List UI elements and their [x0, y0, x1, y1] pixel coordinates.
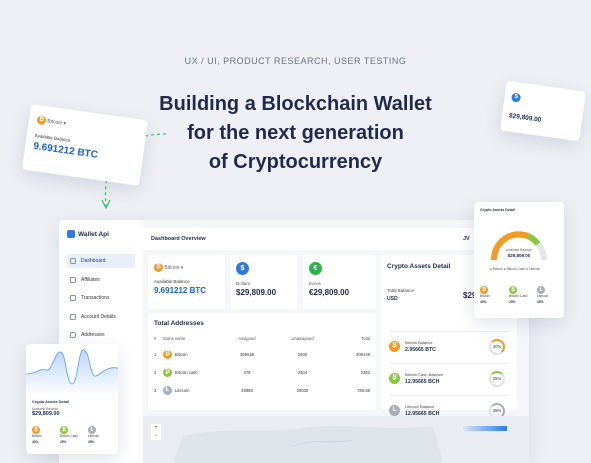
table-row[interactable]: 2 ₿ Bitcoin cash 379 2304 2363: [154, 363, 370, 381]
dollars-label: Dollars: [236, 281, 251, 286]
sidebar-item-dashboard[interactable]: Dashboard: [67, 254, 135, 268]
logo-icon: [67, 230, 75, 238]
gauge-item-litecoin: Ł Litecoin 35%: [537, 286, 549, 304]
panel-title: Total Addresses: [154, 320, 204, 327]
bitcoin-icon: ₿: [389, 341, 400, 352]
sidebar-item-account-details[interactable]: Account Details: [67, 310, 135, 324]
sidebar-item-affiliates[interactable]: Affiliates: [67, 273, 135, 287]
bitcoin-icon: ₿: [154, 263, 163, 272]
bitcoin-cash-icon: ₿: [60, 426, 68, 434]
bitcoin-cash-icon: ₿: [389, 373, 400, 384]
table-row[interactable]: 1 ₿ Bitcoin 306648 2300 308148: [154, 345, 370, 363]
coin-select[interactable]: ₿ Bitcoin ▾: [154, 263, 219, 272]
bitcoin-cash-icon: ₿: [163, 367, 172, 377]
euros-card: € Euros €29,809.00: [303, 255, 376, 309]
map-land: [173, 426, 443, 463]
users-icon: [70, 276, 76, 283]
page-title: Dashboard Overview: [151, 236, 206, 242]
table-row[interactable]: 3 Ł Litecoin 48869 29030 780.59: [154, 381, 370, 399]
dashboard-window: Wallet Api Dashboard Affiliates Transact…: [59, 220, 529, 463]
balance-value: $29,809.00: [32, 411, 60, 417]
gauge-item-bitcoin-cash: ₿ Bitcoin Cash 25%: [509, 286, 528, 304]
euros-label: Euros: [309, 281, 321, 286]
wave-item-bitcoin-cash: ₿ Bitcoin Cash 25%: [60, 426, 78, 444]
percent-ring: 25%: [489, 370, 505, 387]
home-icon: [70, 258, 76, 264]
topbar: Dashboard Overview JV: [143, 228, 529, 250]
dollar-value: $29,809.00: [508, 112, 542, 124]
gauge-legend: ● Bitcoin ● Bitcoin Cash ● Litecoin: [490, 267, 541, 271]
gauge-center-label: Available Balance: [505, 248, 533, 252]
litecoin-icon: Ł: [537, 286, 545, 294]
document-icon: [70, 313, 76, 320]
bitcoin-icon: ₿: [480, 286, 488, 294]
asset-row-bitcoin-cash[interactable]: ₿ Bitcoin Cash Balance 12.95665 BCH 25%: [389, 363, 509, 393]
world-map[interactable]: + −: [143, 416, 529, 463]
litecoin-icon: Ł: [163, 385, 172, 395]
assets-wave-card: Crypto Assets Detail Available Balance $…: [26, 344, 118, 454]
address-icon: [70, 332, 76, 338]
hero-eyebrow: UX / UI, PRODUCT RESEARCH, USER TESTING: [184, 56, 407, 66]
bitcoin-icon: ₿: [32, 426, 40, 434]
balance-label: Available Balance: [154, 279, 190, 284]
map-zoom-control[interactable]: + −: [151, 424, 161, 440]
litecoin-icon: Ł: [389, 405, 400, 416]
wave-item-litecoin: Ł Litecoin 35%: [88, 426, 99, 444]
sidebar-item-addresses[interactable]: Addresses: [67, 328, 135, 342]
gauge-center-value: $29,809.00: [507, 253, 531, 258]
table-header: # Coins name Assigned Unassigned Total: [154, 335, 370, 341]
dollars-value: $29,809.00: [236, 288, 277, 297]
card-title: Crypto Assets Detail: [480, 208, 516, 212]
sidebar-item-transactions[interactable]: Transactions: [67, 291, 135, 305]
map-legend-scale: [463, 426, 507, 431]
wave-item-bitcoin: ₿ Bitcoin 40%: [32, 426, 42, 444]
card-title: Crypto Assets Detail: [32, 400, 69, 404]
dollar-icon: $: [510, 92, 522, 103]
bitcoin-balance-card: ₿ Bitcoin ▾ Available Balance 9.691212 B…: [148, 255, 225, 309]
assets-gauge-card: Crypto Assets Detail Available Balance $…: [474, 202, 564, 318]
total-addresses-panel: Total Addresses # Coins name Assigned Un…: [148, 313, 376, 410]
percent-ring: 40%: [489, 338, 505, 355]
litecoin-icon: Ł: [88, 426, 96, 434]
dollar-icon: $: [236, 262, 249, 275]
dollars-card: $ Dollars $29,809.00: [230, 255, 298, 309]
euros-value: €29,809.00: [309, 288, 350, 297]
balance-value: 9.691212 BTC: [154, 286, 207, 295]
asset-row-bitcoin[interactable]: ₿ Bitcoin Balance 2.95665 BTC 40%: [389, 331, 509, 361]
logo: Wallet Api: [67, 230, 135, 238]
euro-icon: €: [309, 262, 322, 275]
send-icon: [70, 295, 76, 301]
balance-wave-chart: [26, 349, 118, 396]
bitcoin-icon: ₿: [36, 115, 47, 126]
bitcoin-icon: ₿: [163, 349, 172, 359]
gauge-item-bitcoin: ₿ Bitcoin 40%: [480, 286, 490, 304]
user-initials[interactable]: JV: [463, 236, 470, 242]
bitcoin-cash-icon: ₿: [509, 286, 517, 294]
